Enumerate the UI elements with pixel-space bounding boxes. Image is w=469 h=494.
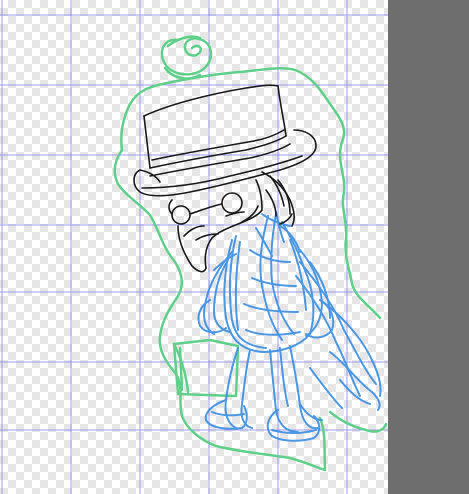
workspace-backdrop (388, 0, 469, 494)
lineart-layer (133, 84, 317, 273)
drawing-canvas[interactable] (0, 0, 388, 494)
